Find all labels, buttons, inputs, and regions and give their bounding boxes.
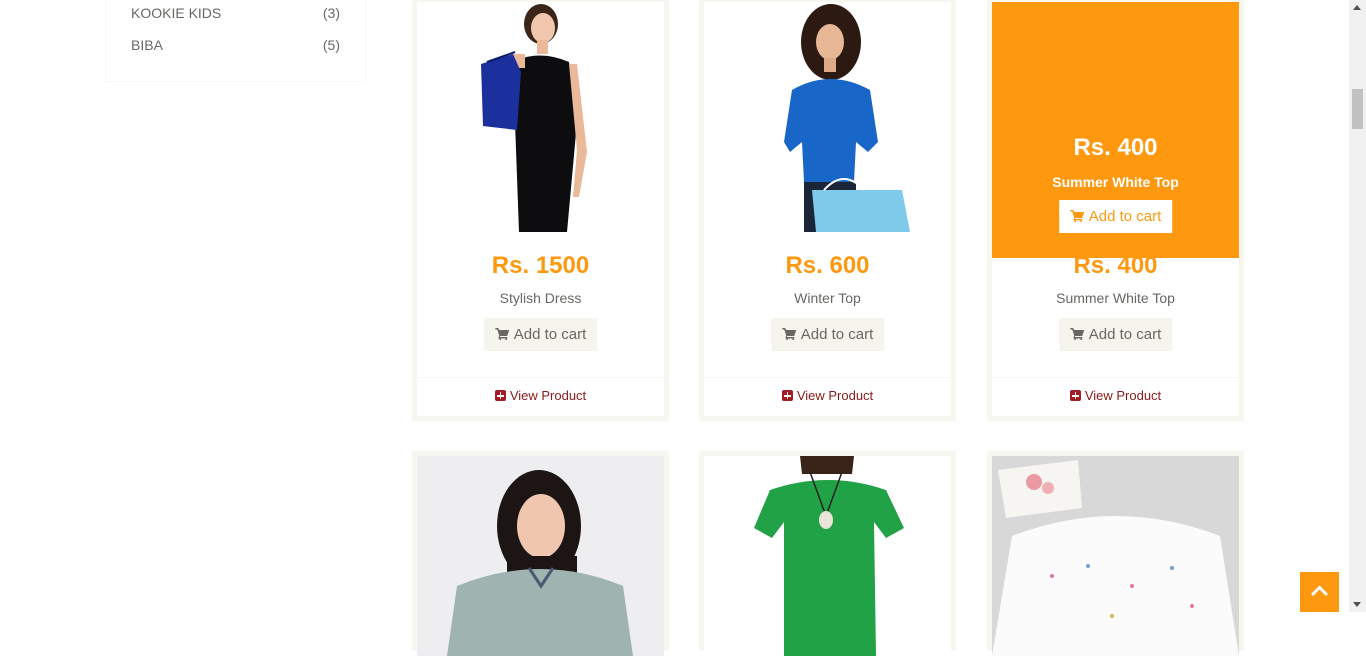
add-to-cart-label: Add to cart: [1088, 208, 1162, 225]
brand-item-kookie-kids[interactable]: KOOKIE KIDS (3): [131, 5, 340, 25]
brand-count: (3): [322, 5, 340, 21]
product-image: [992, 456, 1239, 656]
plus-square-icon: [1069, 390, 1081, 401]
divider: [992, 377, 1239, 378]
view-product-label: View Product: [509, 388, 587, 403]
plus-square-icon: [494, 390, 506, 401]
view-product-row: View Product: [417, 388, 664, 403]
add-to-cart-button[interactable]: Add to cart: [1058, 318, 1173, 351]
view-product-row: View Product: [992, 388, 1239, 403]
product-card: Rs. 1500 Stylish Dress Add to cart View …: [412, 0, 669, 421]
plus-square-icon: [781, 390, 793, 401]
add-to-cart-button[interactable]: Add to cart: [770, 318, 885, 351]
shopping-cart-icon: [1069, 210, 1084, 222]
product-card: [412, 451, 669, 656]
shopping-cart-icon: [1069, 328, 1084, 340]
brand-name[interactable]: BIBA: [131, 37, 163, 53]
scroll-down-arrow-icon[interactable]: [1353, 602, 1361, 607]
product-card: Rs. 400 Summer White Top Add to cart Vie…: [987, 0, 1244, 421]
overlay-product-name: Summer White Top: [1052, 174, 1179, 190]
view-product-link[interactable]: View Product: [1069, 388, 1162, 403]
view-product-label: View Product: [1084, 388, 1162, 403]
shopping-cart-icon: [494, 328, 509, 340]
add-to-cart-label: Add to cart: [1088, 326, 1162, 343]
product-hover-overlay: Rs. 400 Summer White Top Add to cart: [992, 2, 1239, 258]
scroll-to-top-button[interactable]: [1300, 572, 1339, 612]
view-product-link[interactable]: View Product: [494, 388, 587, 403]
scroll-up-arrow-icon[interactable]: [1353, 5, 1361, 10]
overlay-price: Rs. 400: [1073, 134, 1158, 161]
product-image: [417, 456, 664, 656]
scrollbar-thumb[interactable]: [1352, 89, 1363, 129]
view-product-label: View Product: [796, 388, 874, 403]
add-to-cart-label: Add to cart: [800, 326, 874, 343]
shopping-cart-icon: [781, 328, 796, 340]
brand-count: (5): [322, 37, 340, 53]
overlay-add-to-cart-button[interactable]: Add to cart: [1058, 200, 1173, 233]
divider: [417, 377, 664, 378]
divider: [704, 377, 951, 378]
brands-panel: KOOKIE KIDS (3) BIBA (5): [105, 0, 366, 82]
view-product-link[interactable]: View Product: [781, 388, 874, 403]
product-price: Rs. 1500: [491, 252, 590, 279]
product-image: [417, 2, 664, 232]
product-card: [987, 451, 1244, 656]
brand-item-biba[interactable]: BIBA (5): [131, 37, 340, 57]
add-to-cart-button[interactable]: Add to cart: [483, 318, 598, 351]
product-card: [699, 451, 956, 656]
product-image: [704, 2, 951, 232]
add-to-cart-label: Add to cart: [513, 326, 587, 343]
brand-name[interactable]: KOOKIE KIDS: [131, 5, 221, 21]
chevron-up-icon: [1310, 585, 1329, 597]
vertical-scrollbar[interactable]: [1349, 0, 1366, 612]
product-name: Winter Top: [794, 290, 861, 306]
view-product-row: View Product: [704, 388, 951, 403]
product-name: Stylish Dress: [499, 290, 582, 306]
product-image: [704, 456, 951, 656]
product-name: Summer White Top: [1056, 290, 1175, 306]
product-card: Rs. 600 Winter Top Add to cart View Prod…: [699, 0, 956, 421]
product-price: Rs. 600: [785, 252, 870, 279]
